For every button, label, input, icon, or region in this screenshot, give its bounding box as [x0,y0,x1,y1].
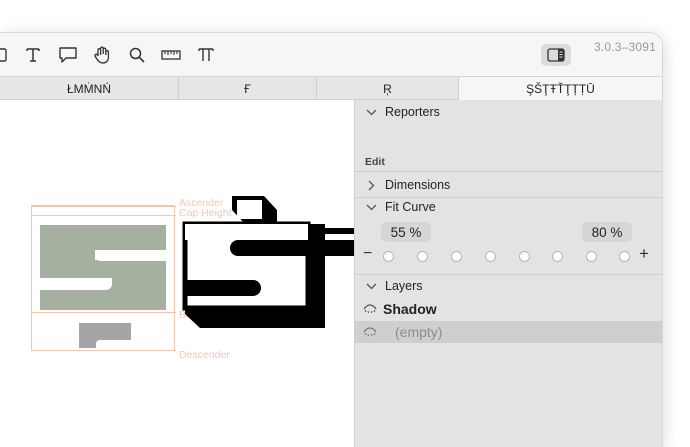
chevron-down-icon [365,201,377,213]
fit-curve-dot[interactable] [485,251,496,262]
layers-title: Layers [385,279,423,293]
fit-curve-dot[interactable] [451,251,462,262]
tab-glyph-2[interactable]: Ғ [179,77,317,100]
fit-curve-dot[interactable] [519,251,530,262]
dimensions-title: Dimensions [385,178,451,192]
fit-curve-dot[interactable] [619,251,630,262]
partial-node-icon[interactable] [0,44,10,66]
ruler-icon[interactable] [160,44,182,66]
dimensions-header[interactable]: Dimensions [365,178,450,192]
chevron-down-icon [365,106,377,118]
fit-curve-title: Fit Curve [385,200,436,214]
inspector-panel: Reporters Edit Dimensions Fit Curve 55 %… [354,100,662,447]
fit-curve-min-value[interactable]: 55 % [381,222,431,242]
fit-curve-dot[interactable] [552,251,563,262]
fit-curve-max-value[interactable]: 80 % [582,222,632,242]
sidebar-toggle-button[interactable] [541,44,571,66]
chevron-down-icon [365,280,377,292]
typewriter-icon[interactable] [195,44,217,66]
toolbar: 3.0.3–3091 [0,33,662,76]
hand-icon[interactable] [91,44,113,66]
fit-curve-dot[interactable] [586,251,597,262]
glyph-tab-bar: ŁMṀNŃ Ғ Ŗ ŞŠŢŦŤŢȚṬŪ [0,76,662,100]
comment-icon[interactable] [57,44,79,66]
reporters-header[interactable]: Reporters [365,105,440,119]
layer-name: Shadow [383,301,437,317]
fit-curve-header[interactable]: Fit Curve [365,200,436,214]
tab-glyph-4[interactable]: ŞŠŢŦŤŢȚṬŪ [459,77,662,100]
glyph-outline-shape[interactable] [0,100,354,447]
chevron-right-icon [365,179,377,191]
fit-curve-dot[interactable] [417,251,428,262]
fit-curve-minus-button[interactable]: − [363,245,372,263]
app-window: 3.0.3–3091 ŁMṀNŃ Ғ Ŗ ŞŠŢŦŤŢȚṬŪ Ascender … [0,33,662,447]
zoom-icon[interactable] [126,44,148,66]
tab-glyph-1[interactable]: ŁMṀNŃ [0,77,179,100]
layer-row-selected[interactable]: (empty) [355,321,662,343]
divider [355,197,662,198]
fit-curve-dot[interactable] [383,251,394,262]
reporters-title: Reporters [385,105,440,119]
divider [355,274,662,275]
edit-canvas[interactable]: Ascender Cap Height Baseline Descender [0,100,354,447]
fit-curve-plus-button[interactable]: + [639,244,649,264]
sidebar-toggle-icon [547,48,565,62]
layer-row[interactable]: Shadow [355,298,662,320]
divider [355,171,662,172]
eye-icon[interactable] [363,327,377,337]
eye-icon[interactable] [363,304,377,314]
layers-header[interactable]: Layers [365,279,423,293]
reporters-edit-label[interactable]: Edit [365,156,385,168]
version-label: 3.0.3–3091 [593,40,656,54]
text-tool-icon[interactable] [22,44,44,66]
tab-glyph-3[interactable]: Ŗ [317,77,459,100]
layer-name: (empty) [395,324,443,340]
